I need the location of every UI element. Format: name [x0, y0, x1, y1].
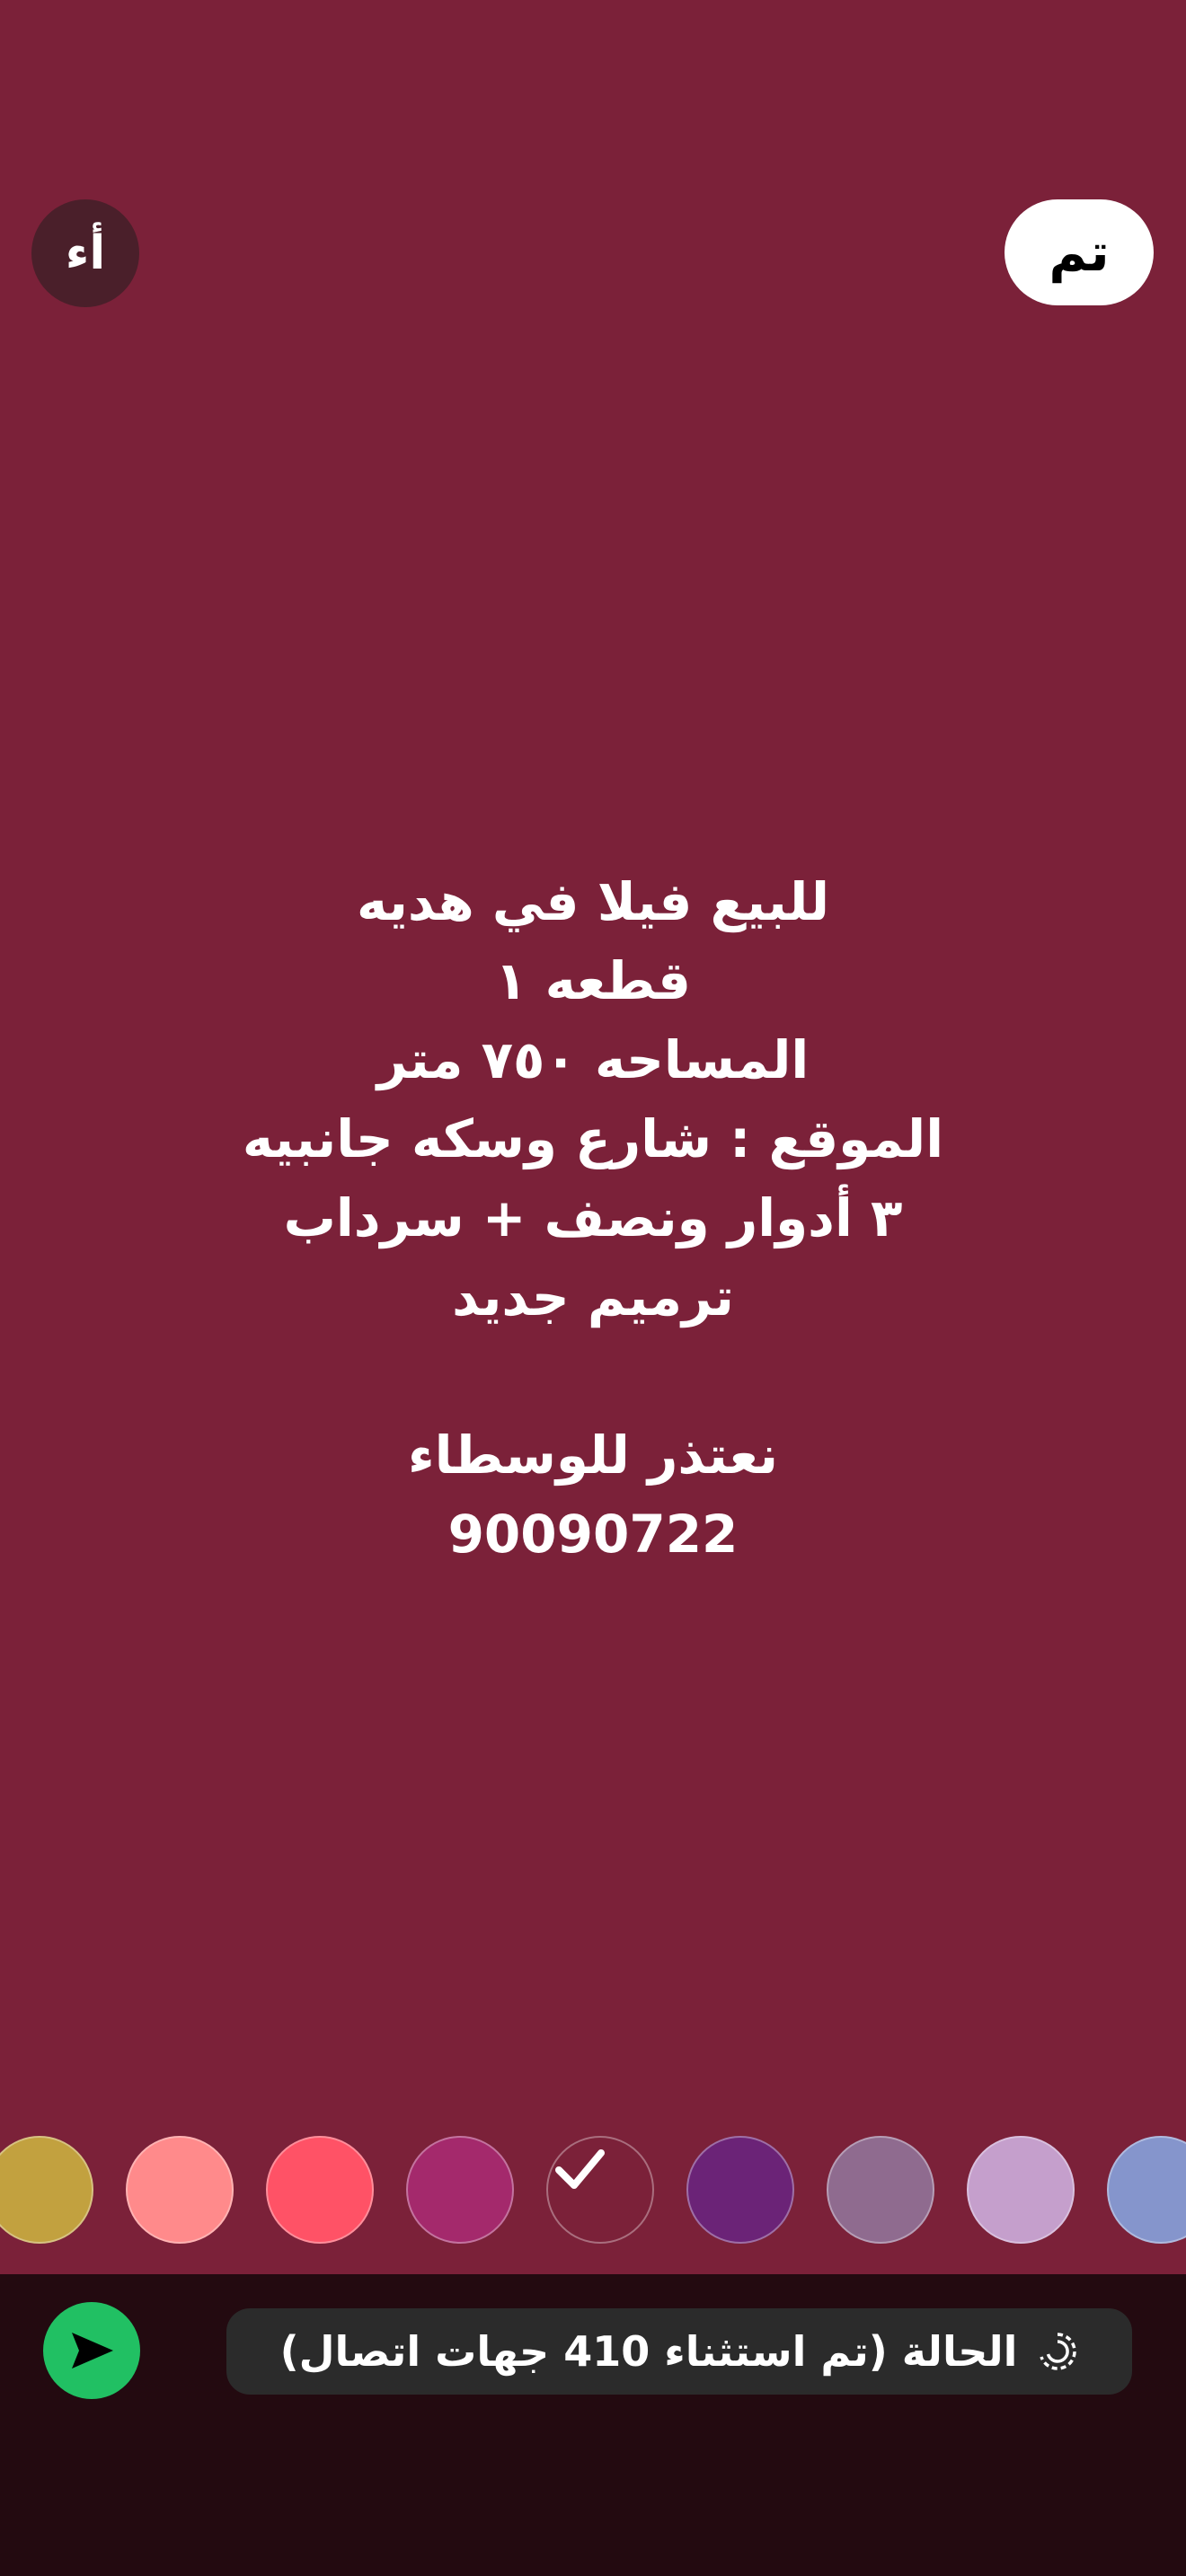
status-text-line: ترميم جديد — [452, 1266, 734, 1328]
status-audience-selector[interactable]: الحالة (تم استثناء 410 جهات اتصال) — [226, 2308, 1132, 2395]
color-swatch[interactable] — [406, 2136, 514, 2244]
done-button[interactable]: تم — [1005, 199, 1154, 305]
send-icon — [72, 2333, 113, 2369]
status-text-line: 90090722 — [447, 1504, 739, 1565]
color-swatch[interactable] — [967, 2136, 1075, 2244]
font-style-label: أء — [65, 226, 106, 280]
status-text-line: للبيع فيلا في هديه — [356, 871, 830, 932]
send-button[interactable] — [43, 2302, 140, 2399]
status-text-line: المساحه ٧٥٠ متر — [376, 1029, 810, 1090]
color-swatch[interactable] — [827, 2136, 934, 2244]
status-text-line: ٣ أدوار ونصف + سرداب — [283, 1187, 903, 1248]
done-label: تم — [1049, 222, 1110, 283]
status-privacy-icon — [1040, 2333, 1077, 2370]
color-swatch-selected[interactable] — [546, 2136, 654, 2244]
color-swatch[interactable] — [266, 2136, 374, 2244]
status-text-line: نعتذر للوسطاء — [407, 1425, 779, 1486]
audience-label: الحالة (تم استثناء 410 جهات اتصال) — [279, 2327, 1018, 2376]
status-text-line — [144, 1337, 1042, 1416]
color-swatch[interactable] — [686, 2136, 794, 2244]
status-text-line: قطعه ١ — [495, 950, 691, 1011]
color-swatch[interactable] — [126, 2136, 234, 2244]
background-color-palette — [0, 2133, 1186, 2250]
status-text-line: الموقع : شارع وسكه جانبيه — [242, 1108, 944, 1169]
checkmark-icon — [555, 2149, 605, 2189]
status-text-editor[interactable]: للبيع فيلا في هديه قطعه ١ المساحه ٧٥٠ مت… — [144, 862, 1042, 1574]
color-swatch[interactable] — [0, 2136, 93, 2244]
color-swatch[interactable] — [1107, 2136, 1186, 2244]
font-style-button[interactable]: أء — [31, 199, 139, 307]
